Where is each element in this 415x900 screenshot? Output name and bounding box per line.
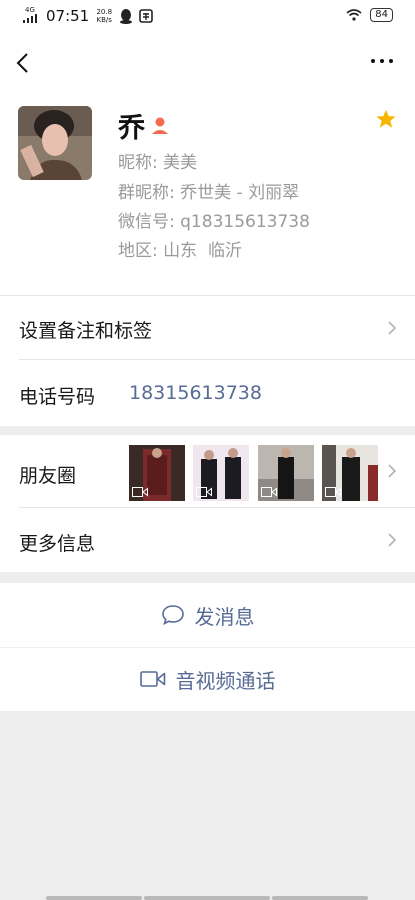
net-speed-value: 20.8 [96,7,113,16]
clock: 07:51 [46,6,90,25]
contact-badge-icon [152,117,168,134]
chevron-right-icon [388,533,397,547]
qq-icon [120,8,133,24]
set-remarks-label: 设置备注和标签 [19,320,153,342]
name-row: 乔 [118,106,169,145]
more-dots-icon [371,59,393,63]
moments-thumbnail [129,445,185,501]
video-call-icon [139,671,165,687]
phone-label: 电话号码 [19,386,96,408]
more-info-row[interactable]: 更多信息 [0,508,415,572]
wechat-id-line: 微信号: q18315613738 [118,207,310,232]
app-notification-icon [139,8,154,23]
moments-thumbnail [258,445,314,501]
chevron-right-icon [388,321,397,335]
nickname-label: 昵称: [118,153,158,173]
region-line: 地区: 山东 临沂 [118,236,242,261]
send-message-button[interactable]: 发消息 [0,583,415,647]
nickname-value: 美美 [163,153,198,173]
contact-name: 乔 [118,113,145,144]
set-remarks-row[interactable]: 设置备注和标签 [0,296,415,360]
signal-icon [23,14,37,23]
send-message-label: 发消息 [194,604,255,629]
back-button[interactable] [12,48,38,78]
video-call-label: 音视频通话 [175,668,276,693]
star-icon [376,109,396,128]
video-icon [196,487,212,497]
chat-bubble-icon [161,605,184,626]
group-nickname-value: 乔世美 - 刘丽翠 [180,183,300,203]
avatar-photo [18,106,92,180]
video-call-button[interactable]: 音视频通话 [0,647,415,711]
avatar[interactable] [18,106,92,180]
chevron-left-icon [16,53,28,73]
star-button[interactable] [375,108,397,134]
video-icon [261,487,277,497]
more-info-label: 更多信息 [19,533,96,555]
phone-row: 电话号码 18315613738 [0,360,415,426]
network-indicator: 4G [20,6,40,25]
wechat-id-value: q18315613738 [180,212,310,232]
network-type: 4G [25,6,35,14]
chevron-right-icon [388,464,397,478]
group-nickname-label: 群昵称: [118,183,175,203]
more-button[interactable] [369,46,395,76]
video-icon [325,487,341,497]
net-speed-unit: KB/s [96,15,112,24]
nickname-line: 昵称: 美美 [118,148,197,173]
group-nickname-line: 群昵称: 乔世美 - 刘丽翠 [118,178,299,203]
net-speed: 20.8 KB/s [95,8,113,24]
profile-card: 乔 昵称: 美美 群昵称: 乔世美 - 刘丽翠 微信号: q1831561373… [0,92,415,295]
video-icon [132,487,148,497]
battery-indicator: 84 [370,8,393,22]
wifi-icon [346,9,362,21]
top-nav [0,34,415,92]
phone-number-link[interactable]: 18315613738 [129,382,262,404]
gesture-bar-left [46,896,142,900]
moments-row[interactable]: 朋友圈 [0,435,415,508]
moments-thumbnail [193,445,249,501]
gesture-bar-right [272,896,368,900]
actions-panel: 发消息 音视频通话 [0,583,415,711]
region-value: 山东 临沂 [163,241,242,261]
status-bar: 4G 07:51 20.8 KB/s 84 [0,0,415,34]
gesture-bar-center [144,896,270,900]
moments-label: 朋友圈 [19,465,77,487]
wechat-id-label: 微信号: [118,212,175,232]
moments-thumbnail [322,445,378,501]
region-label: 地区: [118,241,158,261]
